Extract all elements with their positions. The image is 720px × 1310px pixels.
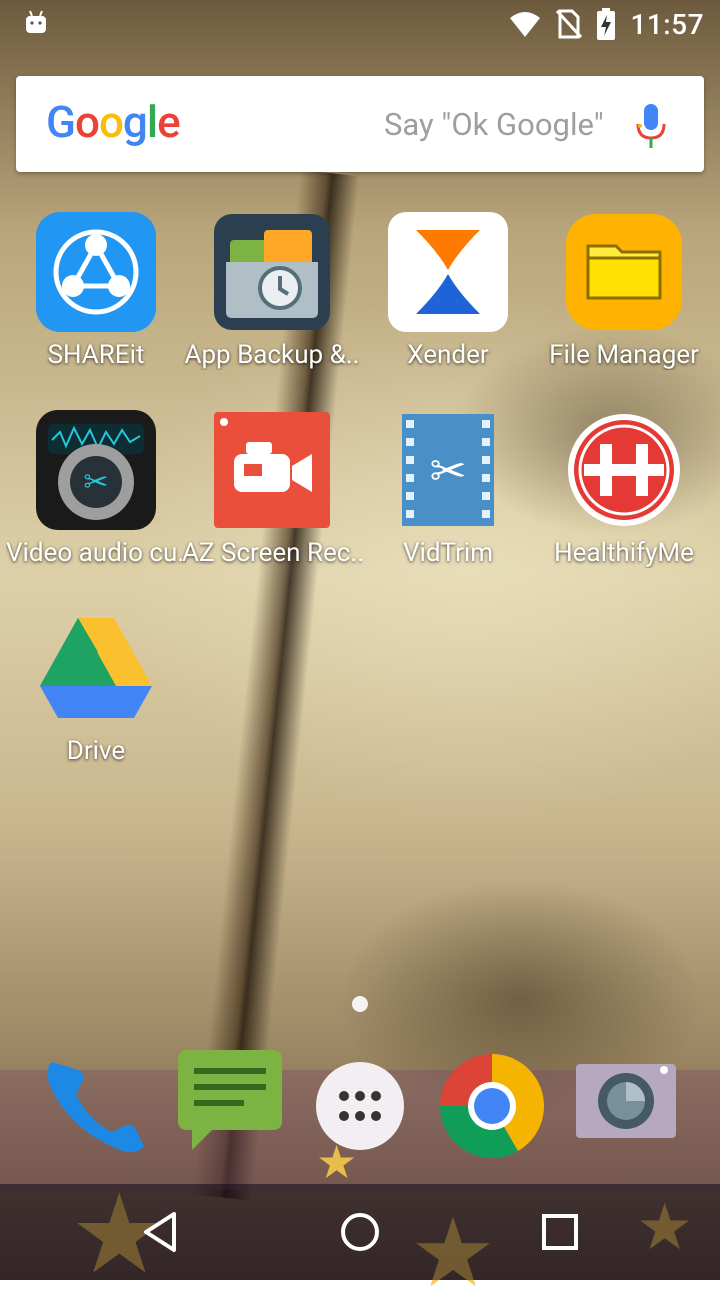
camera-icon (576, 1064, 676, 1138)
clock: 11:57 (630, 7, 704, 41)
app-drive[interactable]: Drive (6, 596, 186, 782)
shareit-icon (36, 212, 156, 332)
google-search-bar[interactable]: Google Say "Ok Google" (16, 76, 704, 172)
app-label: HealthifyMe (554, 538, 694, 568)
drive-icon (40, 618, 152, 718)
svg-text:✂: ✂ (83, 465, 108, 500)
app-label: Xender (407, 340, 489, 370)
home-icon[interactable] (336, 1208, 384, 1256)
battery-charging-icon (597, 8, 616, 40)
app-shareit[interactable]: SHAREit (6, 200, 186, 386)
app-xender[interactable]: Xender (358, 200, 538, 386)
app-app-backup[interactable]: App Backup &.. (182, 200, 362, 386)
app-label: VidTrim (402, 538, 494, 568)
az-screen-recorder-icon (214, 412, 330, 528)
app-label: App Backup &.. (184, 340, 360, 370)
wallpaper-star: ★ (316, 1136, 358, 1190)
chrome-icon (440, 1054, 544, 1158)
back-icon[interactable] (136, 1208, 184, 1256)
app-az-screen-recorder[interactable]: AZ Screen Rec.. (182, 398, 362, 584)
app-backup-icon (214, 214, 330, 330)
app-label: Video audio cu.. (6, 538, 186, 568)
healthifyme-icon (568, 414, 680, 526)
dock-camera[interactable] (566, 1046, 686, 1166)
app-label: File Manager (549, 340, 699, 370)
app-label: Drive (66, 736, 126, 766)
mic-icon[interactable] (634, 102, 668, 150)
app-label: SHAREit (47, 340, 145, 370)
search-hint: Say "Ok Google" (384, 106, 604, 143)
app-video-audio-cutter[interactable]: ✂ Video audio cu.. (6, 398, 186, 584)
navigation-bar (0, 1184, 720, 1280)
file-manager-icon (566, 214, 682, 330)
dock-chrome[interactable] (432, 1046, 552, 1166)
phone-icon (47, 1062, 144, 1153)
app-vidtrim[interactable]: ✂ VidTrim (358, 398, 538, 584)
dock-messaging[interactable] (172, 1046, 292, 1166)
status-bar: 11:57 (0, 0, 720, 48)
xender-icon (388, 212, 508, 332)
svg-text:✂: ✂ (430, 446, 467, 497)
wifi-icon (510, 12, 541, 37)
app-label: AZ Screen Rec.. (182, 538, 362, 568)
google-logo: Google (46, 96, 181, 148)
video-audio-cutter-icon: ✂ (36, 410, 156, 530)
messaging-icon (178, 1050, 282, 1150)
app-file-manager[interactable]: File Manager (534, 200, 714, 386)
vidtrim-icon: ✂ (402, 414, 494, 526)
dock-phone[interactable] (36, 1046, 156, 1166)
app-healthifyme[interactable]: HealthifyMe (534, 398, 714, 584)
android-debug-icon (26, 10, 46, 33)
no-sim-icon (556, 9, 583, 39)
page-indicator (352, 996, 368, 1012)
recents-icon[interactable] (536, 1208, 584, 1256)
